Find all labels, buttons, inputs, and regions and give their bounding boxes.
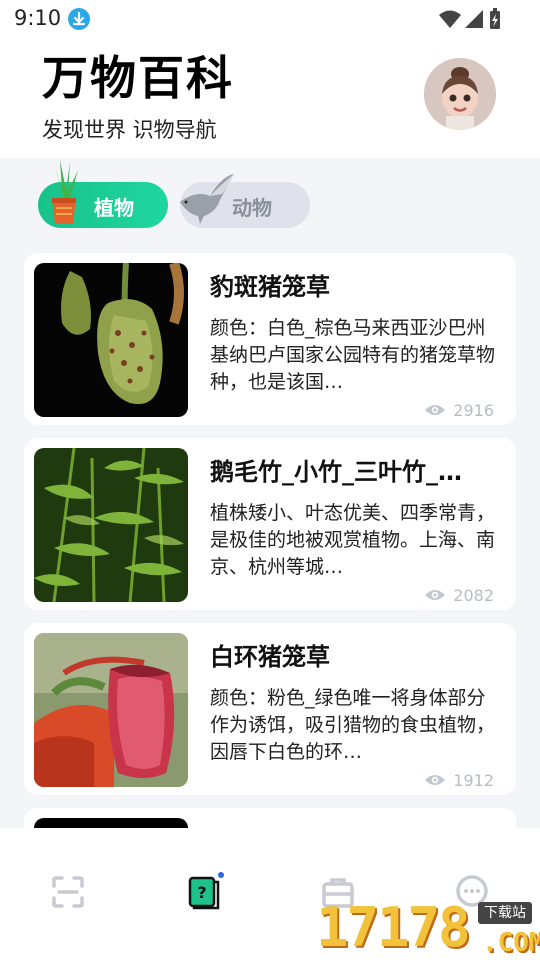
- page-subtitle: 发现世界 识物导航: [42, 118, 217, 142]
- watermark-suffix: .COM: [482, 928, 540, 958]
- tab-animal-label: 动物: [232, 196, 272, 220]
- item-image: [34, 633, 188, 787]
- eye-icon: [425, 590, 445, 600]
- tab-plant-label: 植物: [94, 196, 134, 220]
- status-time: 9:10: [14, 6, 62, 30]
- item-image: [34, 263, 188, 417]
- status-icons: [439, 8, 500, 29]
- watermark-badge: 下载站: [478, 902, 532, 924]
- download-icon: [68, 8, 90, 30]
- status-bar: 9:10: [0, 0, 540, 36]
- item-title: 豹斑猪笼草: [210, 273, 330, 301]
- watermark-number: 17178: [316, 896, 471, 959]
- list-item[interactable]: 鹅毛竹_小竹_三叶竹_… 植株矮小、叶态优美、四季常青，是极佳的地被观赏植物。上…: [24, 438, 516, 610]
- item-image: [34, 448, 188, 602]
- watermark-logo: 17178 下载站 .COM: [312, 896, 540, 960]
- item-description: 植株矮小、叶态优美、四季常青，是极佳的地被观赏植物。上海、南京、杭州等城…: [210, 502, 496, 578]
- item-title: 白环猪笼草: [210, 643, 330, 671]
- view-count: 2082: [453, 586, 494, 605]
- item-image: [34, 818, 188, 828]
- category-tabs: 植物 动物: [0, 158, 540, 238]
- list-item[interactable]: [24, 808, 516, 828]
- eye-icon: [425, 405, 445, 415]
- view-count: 1912: [453, 771, 494, 790]
- wifi-icon: [439, 10, 461, 28]
- list-item[interactable]: 豹斑猪笼草 颜色：白色_棕色马来西亚沙巴州基纳巴卢国家公园特有的猪笼草物种，也是…: [24, 253, 516, 425]
- item-description: 颜色：粉色_绿色唯一将身体部分作为诱饵，吸引猎物的食虫植物，因唇下白色的环…: [210, 687, 496, 763]
- item-description: 颜色：白色_棕色马来西亚沙巴州基纳巴卢国家公园特有的猪笼草物种，也是该国…: [210, 317, 496, 393]
- view-count: 2916: [453, 401, 494, 420]
- eye-icon: [425, 775, 445, 785]
- page-title: 万物百科: [42, 51, 234, 105]
- scan-icon[interactable]: [50, 874, 86, 910]
- potted-plant-icon: [52, 160, 78, 224]
- bird-icon: [180, 174, 234, 224]
- svg-text:?: ?: [197, 883, 206, 902]
- encyclopedia-icon[interactable]: ?: [186, 874, 222, 910]
- avatar[interactable]: [424, 58, 496, 130]
- list-item[interactable]: 白环猪笼草 颜色：粉色_绿色唯一将身体部分作为诱饵，吸引猎物的食虫植物，因唇下白…: [24, 623, 516, 795]
- plant-list: 豹斑猪笼草 颜色：白色_棕色马来西亚沙巴州基纳巴卢国家公园特有的猪笼草物种，也是…: [0, 238, 540, 828]
- notification-dot: [218, 872, 224, 878]
- header: 万物百科 发现世界 识物导航: [0, 36, 540, 158]
- item-title: 鹅毛竹_小竹_三叶竹_…: [210, 458, 462, 486]
- signal-icon: [465, 10, 483, 28]
